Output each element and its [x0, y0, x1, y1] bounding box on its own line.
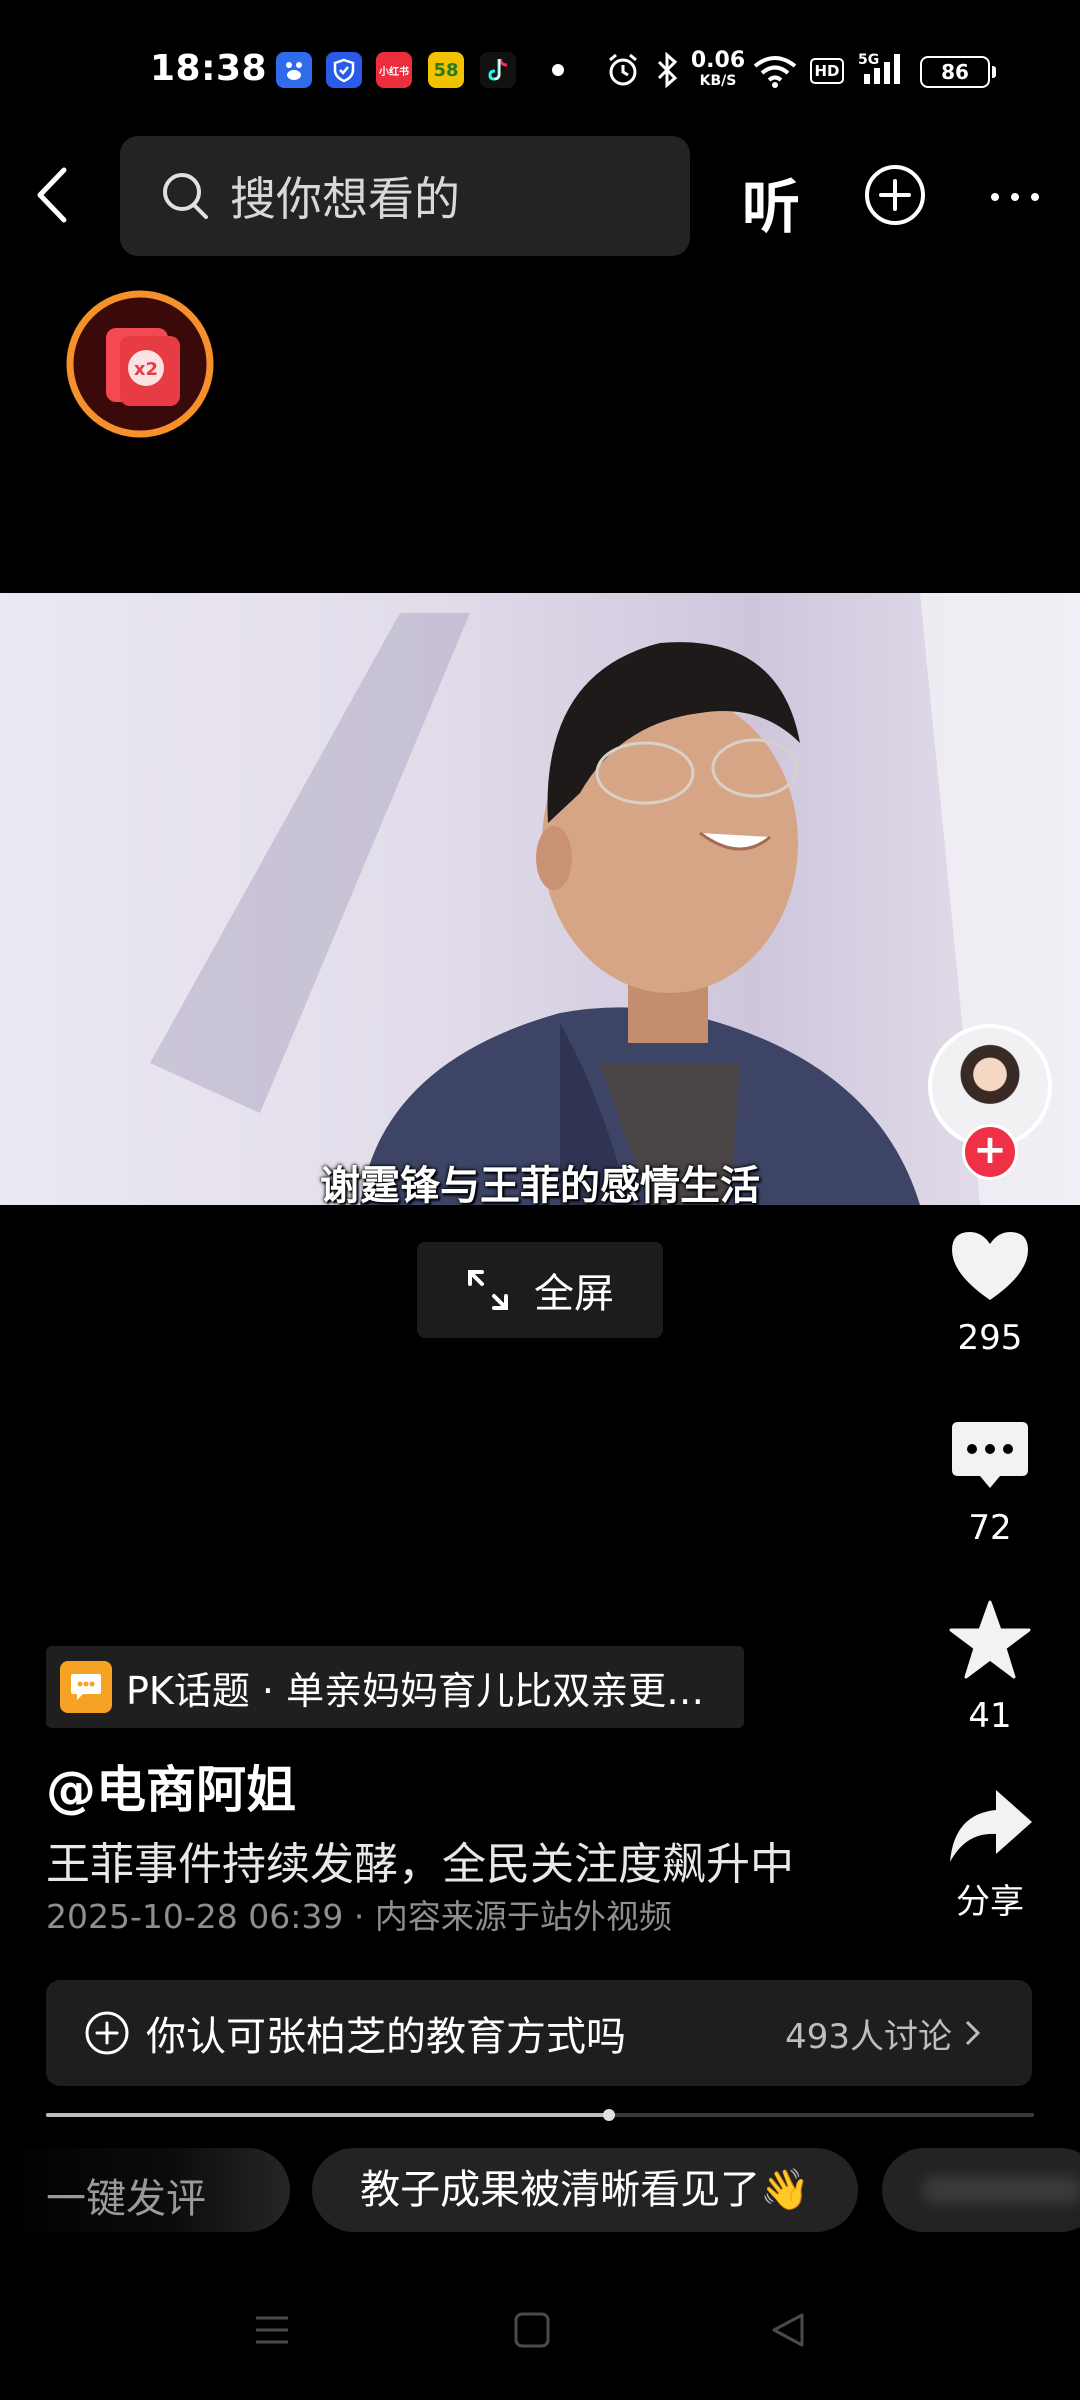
svg-text:x2: x2 — [134, 359, 158, 380]
comment-count: 72 — [968, 1508, 1012, 1548]
video-progress-knob[interactable] — [603, 2109, 616, 2121]
comment-suggestion-chip-2[interactable] — [882, 2148, 1080, 2232]
pk-topic-chip[interactable]: PK话题 · 单亲妈妈育儿比双亲更… — [46, 1646, 744, 1728]
discussion-count-text: 493人讨论 — [785, 2016, 952, 2057]
listen-button[interactable]: 听 — [742, 160, 800, 244]
more-options-button[interactable] — [990, 192, 1040, 202]
signal-5g-label: 5G — [858, 52, 879, 68]
expand-icon — [468, 1270, 508, 1310]
star-icon — [949, 1600, 1031, 1679]
58-icon: 58 — [428, 52, 464, 88]
author-name[interactable]: @电商阿姐 — [46, 1750, 296, 1822]
add-button[interactable] — [864, 164, 926, 226]
home-nav-icon[interactable] — [512, 2310, 552, 2350]
comment-icon — [952, 1422, 1028, 1488]
menu-nav-icon[interactable] — [252, 2310, 292, 2350]
video-frame — [150, 593, 1080, 1205]
back-nav-icon[interactable] — [768, 2310, 808, 2350]
back-button[interactable] — [28, 160, 78, 230]
red-packet-timer-icon[interactable]: x2 — [64, 288, 216, 440]
video-meta: 2025-10-28 06:39 · 内容来源于站外视频 — [46, 1897, 672, 1936]
baidu-icon — [276, 52, 312, 88]
video-subtitle: 谢霆锋与王菲的感情生活 — [320, 1163, 760, 1205]
network-speed: 0.06 KB/S — [690, 48, 746, 89]
comment-button[interactable]: 72 — [940, 1418, 1040, 1548]
tiktok-icon — [480, 52, 516, 88]
discussion-count: 493人讨论 — [785, 2009, 984, 2058]
xiaohongshu-icon: 小红书 — [376, 52, 412, 88]
heart-icon — [952, 1232, 1028, 1300]
share-label: 分享 — [956, 1882, 1024, 1922]
shield-app-icon — [326, 52, 362, 88]
discussion-question: 你认可张柏芝的教育方式吗 — [146, 2014, 626, 2060]
video-progress-bar[interactable] — [46, 2109, 1034, 2121]
network-speed-value: 0.06 — [690, 48, 746, 73]
video-progress-fill — [46, 2113, 610, 2117]
quick-comment-button[interactable]: 一键发评 — [0, 2148, 290, 2232]
signal-5g-icon: 5G — [858, 52, 900, 84]
comment-suggestion-chip[interactable]: 教子成果被清晰看见了👋 — [312, 2148, 858, 2232]
xiaohongshu-icon-label: 小红书 — [379, 66, 409, 78]
alarm-icon — [609, 53, 637, 86]
favorite-button[interactable]: 41 — [940, 1598, 1040, 1736]
status-time: 18:38 — [150, 48, 268, 89]
topic-chat-icon — [60, 1661, 112, 1713]
follow-button[interactable]: + — [962, 1124, 1018, 1180]
network-speed-unit: KB/S — [699, 73, 737, 89]
video-player[interactable]: 谢霆锋与王菲的感情生活 — [0, 593, 1080, 1205]
search-placeholder: 搜你想看的 — [230, 172, 460, 226]
notification-dot-icon — [552, 64, 564, 76]
58-icon-label: 58 — [433, 59, 459, 81]
add-circle-icon — [85, 2011, 129, 2055]
bluetooth-icon — [657, 52, 678, 88]
battery-indicator: 86 — [920, 56, 996, 88]
share-button[interactable]: 分享 — [940, 1786, 1040, 1923]
video-title: 王菲事件持续发酵，全民关注度飙升中 — [46, 1839, 794, 1890]
search-icon — [163, 173, 208, 219]
pk-topic-text: PK话题 · 单亲妈妈育儿比双亲更… — [126, 1668, 705, 1713]
like-count: 295 — [957, 1318, 1023, 1358]
discussion-bar[interactable]: 你认可张柏芝的教育方式吗 493人讨论 — [46, 1980, 1032, 2086]
fullscreen-button[interactable]: 全屏 — [417, 1242, 663, 1338]
quick-comment-label: 一键发评 — [46, 2176, 206, 2222]
hd-badge: HD — [810, 58, 844, 84]
fullscreen-label: 全屏 — [534, 1271, 614, 1317]
like-button[interactable]: 295 — [940, 1228, 1040, 1358]
share-arrow-icon — [950, 1790, 1032, 1862]
wifi-icon — [753, 56, 797, 88]
status-bar: 18:38 小红书 58 0.06 KB/S HD 5G 86 — [0, 0, 1080, 130]
chevron-right-icon — [965, 2020, 981, 2046]
search-input[interactable]: 搜你想看的 — [120, 136, 690, 256]
favorite-count: 41 — [968, 1696, 1012, 1736]
